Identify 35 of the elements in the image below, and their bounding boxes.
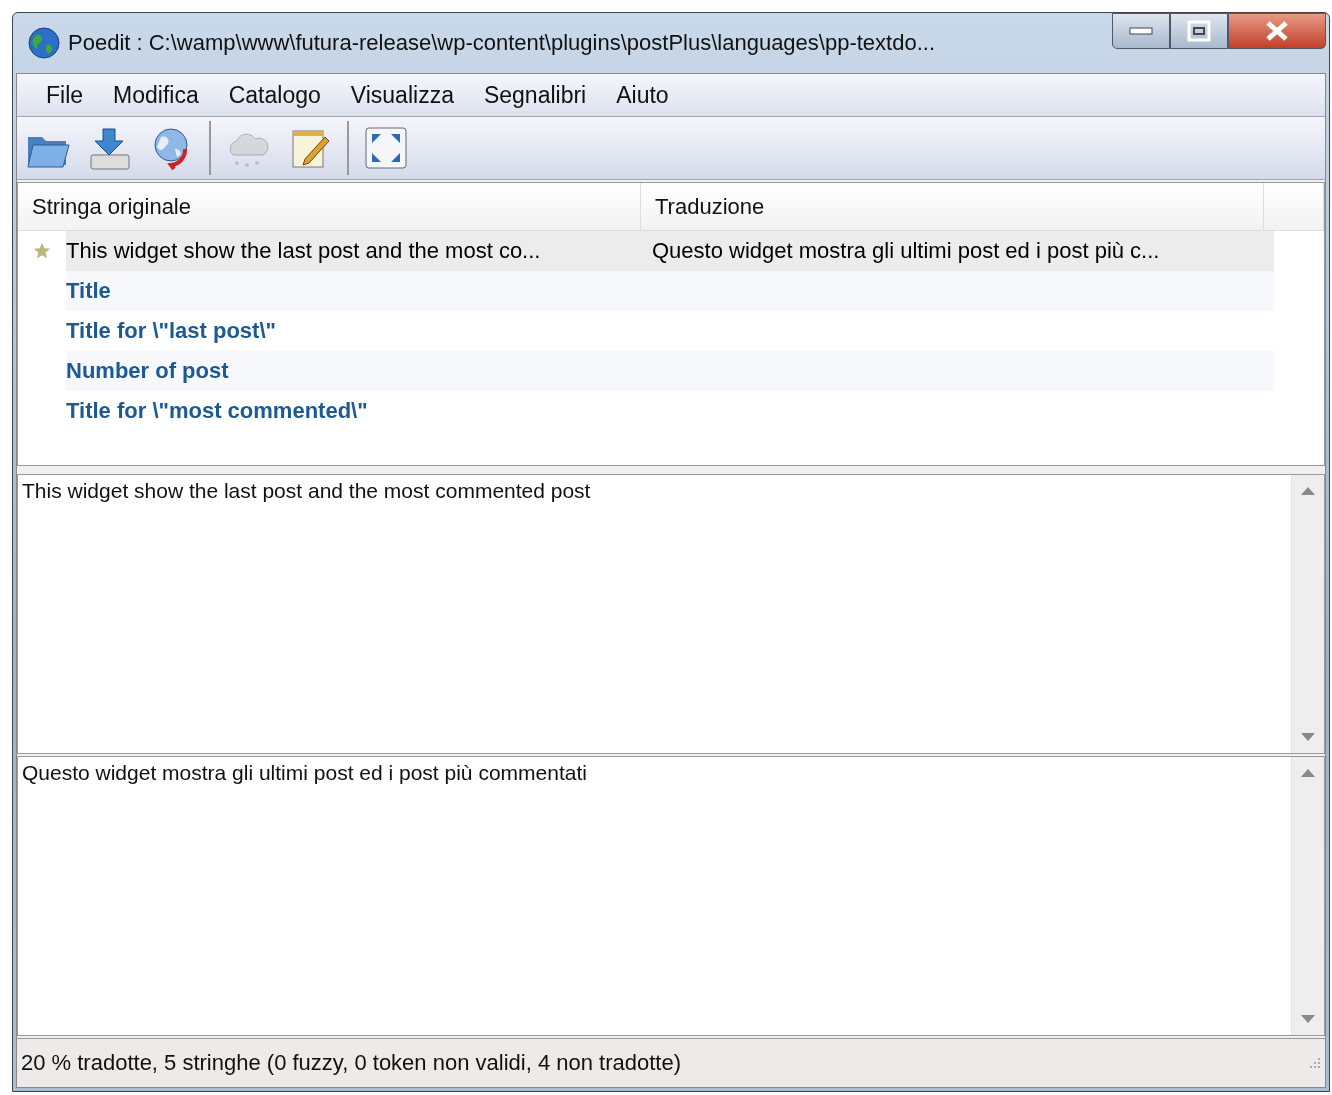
menu-item[interactable]: Modifica bbox=[98, 81, 214, 109]
table-cell-text: This widget show the last post and the most co... bbox=[66, 238, 542, 264]
scroll-up-icon[interactable] bbox=[1301, 769, 1315, 777]
table-cell-text: Title bbox=[66, 278, 112, 304]
window-title: Poedit : C:\wamp\www\futura-release\wp-content\plugins\postPlus\languages\pp-textdo... bbox=[68, 30, 936, 56]
minimize-icon bbox=[1129, 26, 1153, 36]
column-header[interactable]: Stringa originale bbox=[18, 183, 641, 231]
column-header[interactable]: Traduzione bbox=[641, 183, 1264, 231]
table-cell-text: Title for \"most commented\" bbox=[66, 398, 369, 424]
table-row[interactable]: Title bbox=[66, 271, 1274, 311]
menu-item[interactable]: Segnalibri bbox=[468, 81, 602, 109]
scroll-up-icon[interactable] bbox=[1301, 487, 1315, 495]
minimize-button[interactable] bbox=[1112, 13, 1170, 49]
menu-item[interactable]: Catalogo bbox=[213, 81, 336, 109]
scrollbar[interactable] bbox=[1291, 475, 1324, 753]
table-row[interactable]: This widget show the last post and the most co... Questo widget mostra gli ultimi post ed i post più c... bbox=[66, 231, 1274, 271]
maximize-icon bbox=[1187, 20, 1211, 42]
scroll-down-icon[interactable] bbox=[1301, 1015, 1315, 1023]
table-cell-text: Number of post bbox=[66, 358, 230, 384]
table-row[interactable]: Title for \"most commented\" bbox=[66, 391, 1274, 431]
scrollbar[interactable] bbox=[1291, 757, 1324, 1035]
menu-item[interactable]: Aiuto bbox=[601, 81, 684, 109]
scroll-down-icon[interactable] bbox=[1301, 733, 1315, 741]
table-row[interactable]: Number of post bbox=[66, 351, 1274, 391]
maximize-button[interactable] bbox=[1170, 13, 1228, 49]
resize-grip-icon[interactable] bbox=[1307, 1056, 1321, 1070]
status-text: 20 % tradotte, 5 stringhe (0 fuzzy, 0 token non validi, 4 non tradotte) bbox=[21, 1050, 681, 1076]
close-icon bbox=[1264, 20, 1290, 42]
table-row[interactable]: Title for \"last post\" bbox=[66, 311, 1274, 351]
globe-icon bbox=[28, 27, 60, 59]
menu-item[interactable]: File bbox=[31, 81, 99, 109]
close-button[interactable] bbox=[1228, 13, 1326, 49]
menu-item[interactable]: Visualizza bbox=[335, 81, 469, 109]
table-cell-text: Title for \"last post\" bbox=[66, 318, 277, 344]
table-cell: Questo widget mostra gli ultimi post ed i post più c... bbox=[652, 238, 1160, 264]
